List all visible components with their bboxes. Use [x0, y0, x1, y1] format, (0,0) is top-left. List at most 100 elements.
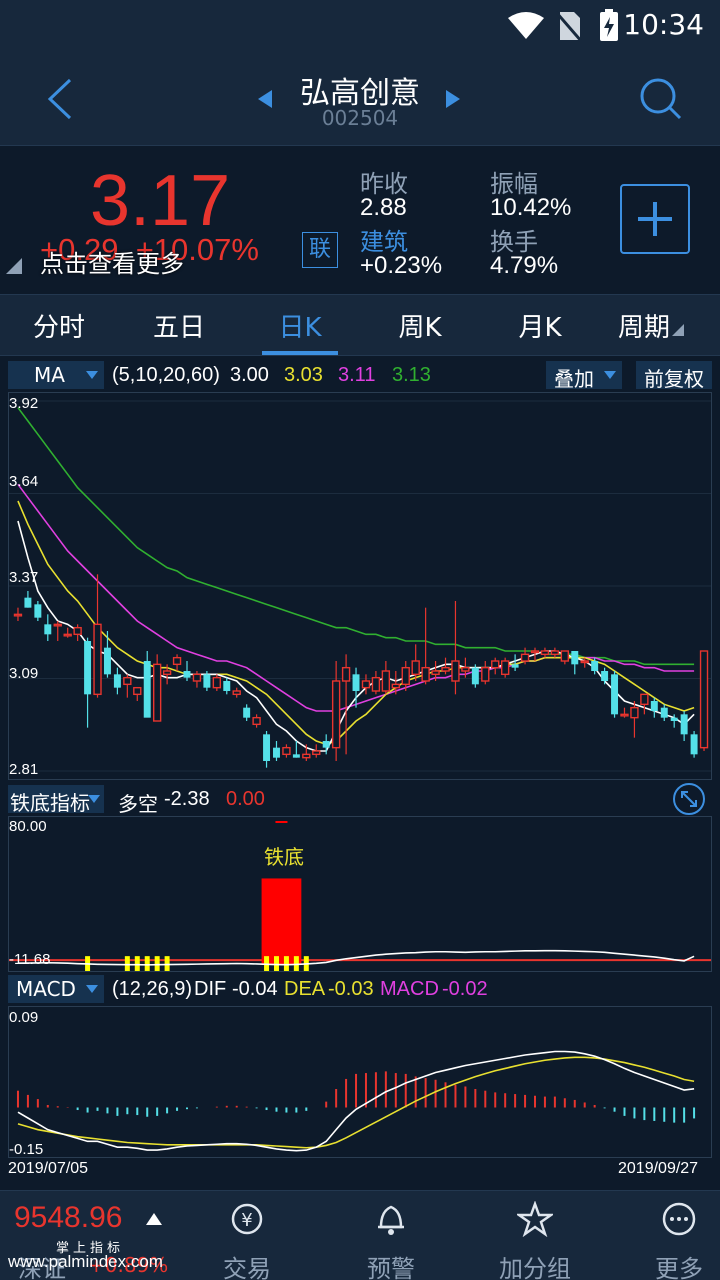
- candle-body: [540, 650, 550, 656]
- overlay-label: 叠加: [554, 367, 594, 391]
- candle-body: [192, 673, 202, 682]
- prev-close-value: 2.88: [360, 194, 407, 221]
- bell-icon[interactable]: [373, 1201, 409, 1237]
- dropdown-arrow-icon: [88, 795, 100, 803]
- candle-body: [699, 650, 709, 749]
- candle-body: [143, 661, 151, 718]
- tab-weekly-k[interactable]: 周K: [365, 307, 475, 344]
- trade-icon[interactable]: ¥: [229, 1201, 265, 1237]
- tiedi-y-top: 80.00: [9, 818, 47, 835]
- svg-text:¥: ¥: [241, 1210, 252, 1231]
- candle-body: [421, 666, 430, 682]
- tap-more-hint[interactable]: 点击查看更多: [40, 244, 184, 279]
- tiedi-yellow-bar: [273, 956, 279, 977]
- candle-body: [411, 660, 420, 676]
- candle-body: [620, 713, 629, 717]
- tab-monthly-k[interactable]: 月K: [485, 307, 595, 344]
- candle-body: [401, 666, 410, 686]
- tab-period[interactable]: 周期: [596, 307, 706, 344]
- status-bar: 10:34: [0, 0, 720, 52]
- nav-alert[interactable]: 预警: [336, 1249, 446, 1280]
- tab-daily-k[interactable]: 日K: [245, 307, 355, 344]
- candle-body: [162, 670, 172, 676]
- nav-trade[interactable]: 交易: [192, 1249, 302, 1280]
- candle-body: [520, 653, 530, 662]
- candle-body: [243, 707, 251, 718]
- candle-body: [113, 674, 121, 688]
- dropdown-arrow-icon: [86, 985, 98, 993]
- kline-chart[interactable]: 3.92 3.64 3.37 3.09 2.81: [8, 392, 712, 780]
- candle-body: [550, 650, 560, 656]
- ma10-line: [17, 500, 695, 746]
- date-end: 2019/09/27: [618, 1160, 699, 1177]
- ma-selector-label: MA: [34, 363, 65, 387]
- tiedi-yellow-bar: [144, 956, 150, 977]
- candle-body: [63, 633, 72, 637]
- add-watchlist-button[interactable]: [620, 184, 690, 254]
- candle-body: [560, 650, 570, 662]
- candle-body: [491, 660, 500, 669]
- candle-body: [381, 670, 391, 692]
- candle-body: [232, 690, 241, 696]
- quote-panel: 3.17 +0.29 +10.07% 点击查看更多 联 昨收 2.88 建筑 +…: [0, 146, 720, 294]
- candle-body: [44, 624, 52, 635]
- candle-body: [123, 676, 132, 686]
- search-icon[interactable]: [638, 76, 682, 120]
- stock-code: 002504: [321, 106, 399, 130]
- more-icon[interactable]: [661, 1201, 697, 1237]
- adjust-button[interactable]: 前复权: [636, 361, 712, 391]
- star-icon[interactable]: [517, 1201, 553, 1237]
- candle-body: [212, 676, 222, 689]
- overlay-selector[interactable]: 叠加: [546, 361, 622, 391]
- ma5-line: [17, 520, 695, 752]
- candle-body: [481, 666, 490, 682]
- y-label-2: 3.64: [9, 473, 39, 490]
- next-stock-icon[interactable]: [444, 90, 460, 108]
- tiedi-line: [17, 949, 695, 966]
- nav-more[interactable]: 更多: [624, 1249, 720, 1280]
- tiedi-yellow-bar: [164, 956, 170, 977]
- candle-body: [24, 597, 32, 608]
- kline-svg: [9, 400, 711, 772]
- tiedi-signal-label: 铁底: [264, 845, 304, 869]
- macd-y-bottom: -0.15: [9, 1141, 44, 1158]
- macd-chart[interactable]: 0.09 -0.15: [8, 1006, 712, 1158]
- candle-body: [273, 747, 280, 758]
- candle-body: [133, 686, 142, 696]
- candle-body: [84, 641, 92, 695]
- tiedi-svg: [9, 821, 711, 977]
- tiedi-chart[interactable]: 80.00 -11.68 铁底: [8, 816, 712, 977]
- candle-body: [331, 680, 341, 749]
- macd-selector[interactable]: MACD: [8, 975, 104, 1003]
- link-badge[interactable]: 联: [302, 232, 338, 268]
- macd-label: MACD: [380, 978, 439, 1000]
- tiedi-selector[interactable]: 铁底指标: [8, 785, 104, 815]
- last-price: 3.17: [90, 161, 231, 241]
- candle-body: [611, 674, 619, 715]
- ma20-value: 3.11: [338, 364, 376, 386]
- candle-body: [282, 746, 291, 756]
- dea-label: DEA: [284, 978, 326, 1000]
- candle-body: [53, 623, 62, 627]
- dropdown-arrow-icon: [86, 371, 98, 379]
- candle-body: [263, 734, 271, 761]
- ma60-value: 3.13: [392, 364, 431, 386]
- macd-value: -0.02: [442, 978, 488, 1000]
- tiedi-header: 铁底指标 多空 -2.38 0.00: [0, 782, 720, 816]
- candle-body: [511, 664, 519, 668]
- corner-triangle-icon: [672, 324, 684, 336]
- index-value[interactable]: 9548.96: [14, 1201, 122, 1235]
- candle-body: [312, 750, 321, 756]
- amplitude-value: 10.42%: [490, 194, 572, 221]
- candle-body: [34, 604, 42, 618]
- tab-five-day[interactable]: 五日: [124, 307, 234, 344]
- expand-icon[interactable]: [672, 782, 706, 816]
- tab-intraday[interactable]: 分时: [4, 307, 114, 344]
- status-time: 10:34: [623, 8, 704, 41]
- ma-selector[interactable]: MA: [8, 361, 104, 389]
- candle-body: [391, 683, 400, 689]
- turnover-value: 4.79%: [490, 252, 559, 279]
- corner-triangle-icon: [6, 258, 22, 274]
- candle-body: [461, 666, 470, 672]
- nav-add-group[interactable]: 加分组: [480, 1249, 590, 1280]
